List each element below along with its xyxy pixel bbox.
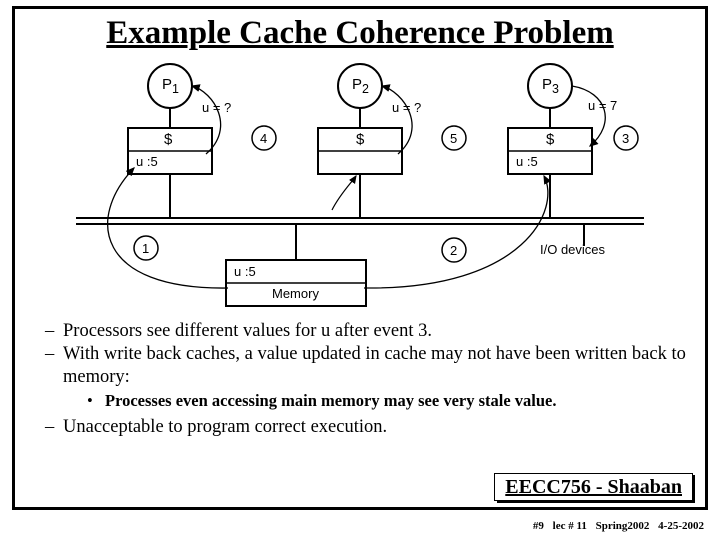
bullet-2a: • Processes even accessing main memory m… [45, 391, 687, 412]
u-equals-7: u = 7 [588, 98, 617, 113]
bullet-2: – With write back caches, a value update… [45, 343, 687, 389]
processor-2-label: P2 [352, 76, 369, 96]
bullet-2a-text: Processes even accessing main memory may… [105, 391, 687, 412]
step-5: 5 [450, 131, 457, 146]
footer-course-text: EECC756 - Shaaban [505, 476, 682, 498]
bullet-1: – Processors see different values for u … [45, 320, 687, 343]
dash-icon: – [45, 416, 63, 439]
footer-meta: #9 lec # 11 Spring2002 4-25-2002 [527, 520, 704, 532]
coherence-diagram: P1 P2 P3 u = ? u = ? u = 7 $ $ $ u :5 u … [56, 58, 664, 316]
slide-frame: Example Cache Coherence Problem [12, 6, 708, 510]
footer-date: 4-25-2002 [658, 520, 704, 532]
memory-label: Memory [272, 286, 319, 301]
cache-1-line: u :5 [136, 154, 158, 169]
processor-3-label: P3 [542, 76, 559, 96]
step-2: 2 [450, 243, 457, 258]
footer-slide-number: #9 [533, 520, 544, 532]
slide-title: Example Cache Coherence Problem [15, 9, 705, 54]
bullet-2-text: With write back caches, a value updated … [63, 343, 687, 389]
step-4: 4 [260, 131, 267, 146]
bullet-dot-icon: • [87, 391, 105, 412]
footer-lecture: lec # 11 [553, 520, 587, 532]
io-devices-label: I/O devices [540, 242, 605, 257]
dash-icon: – [45, 320, 63, 343]
u-query-2: u = ? [392, 100, 421, 115]
dash-icon: – [45, 343, 63, 389]
bullet-3-text: Unacceptable to program correct executio… [63, 416, 687, 439]
step-1: 1 [142, 241, 149, 256]
footer-course-badge: EECC756 - Shaaban [494, 473, 693, 501]
processor-1-label: P1 [162, 76, 179, 96]
u-query-1: u = ? [202, 100, 231, 115]
footer-term: Spring2002 [596, 520, 650, 532]
step-3: 3 [622, 131, 629, 146]
cache-2-dollar: $ [356, 131, 364, 148]
memory-line: u :5 [234, 264, 256, 279]
cache-1-dollar: $ [164, 131, 172, 148]
bullet-1-text: Processors see different values for u af… [63, 320, 687, 343]
cache-3-line: u :5 [516, 154, 538, 169]
cache-3-dollar: $ [546, 131, 554, 148]
bullet-3: – Unacceptable to program correct execut… [45, 416, 687, 439]
bullet-list: – Processors see different values for u … [15, 318, 705, 443]
